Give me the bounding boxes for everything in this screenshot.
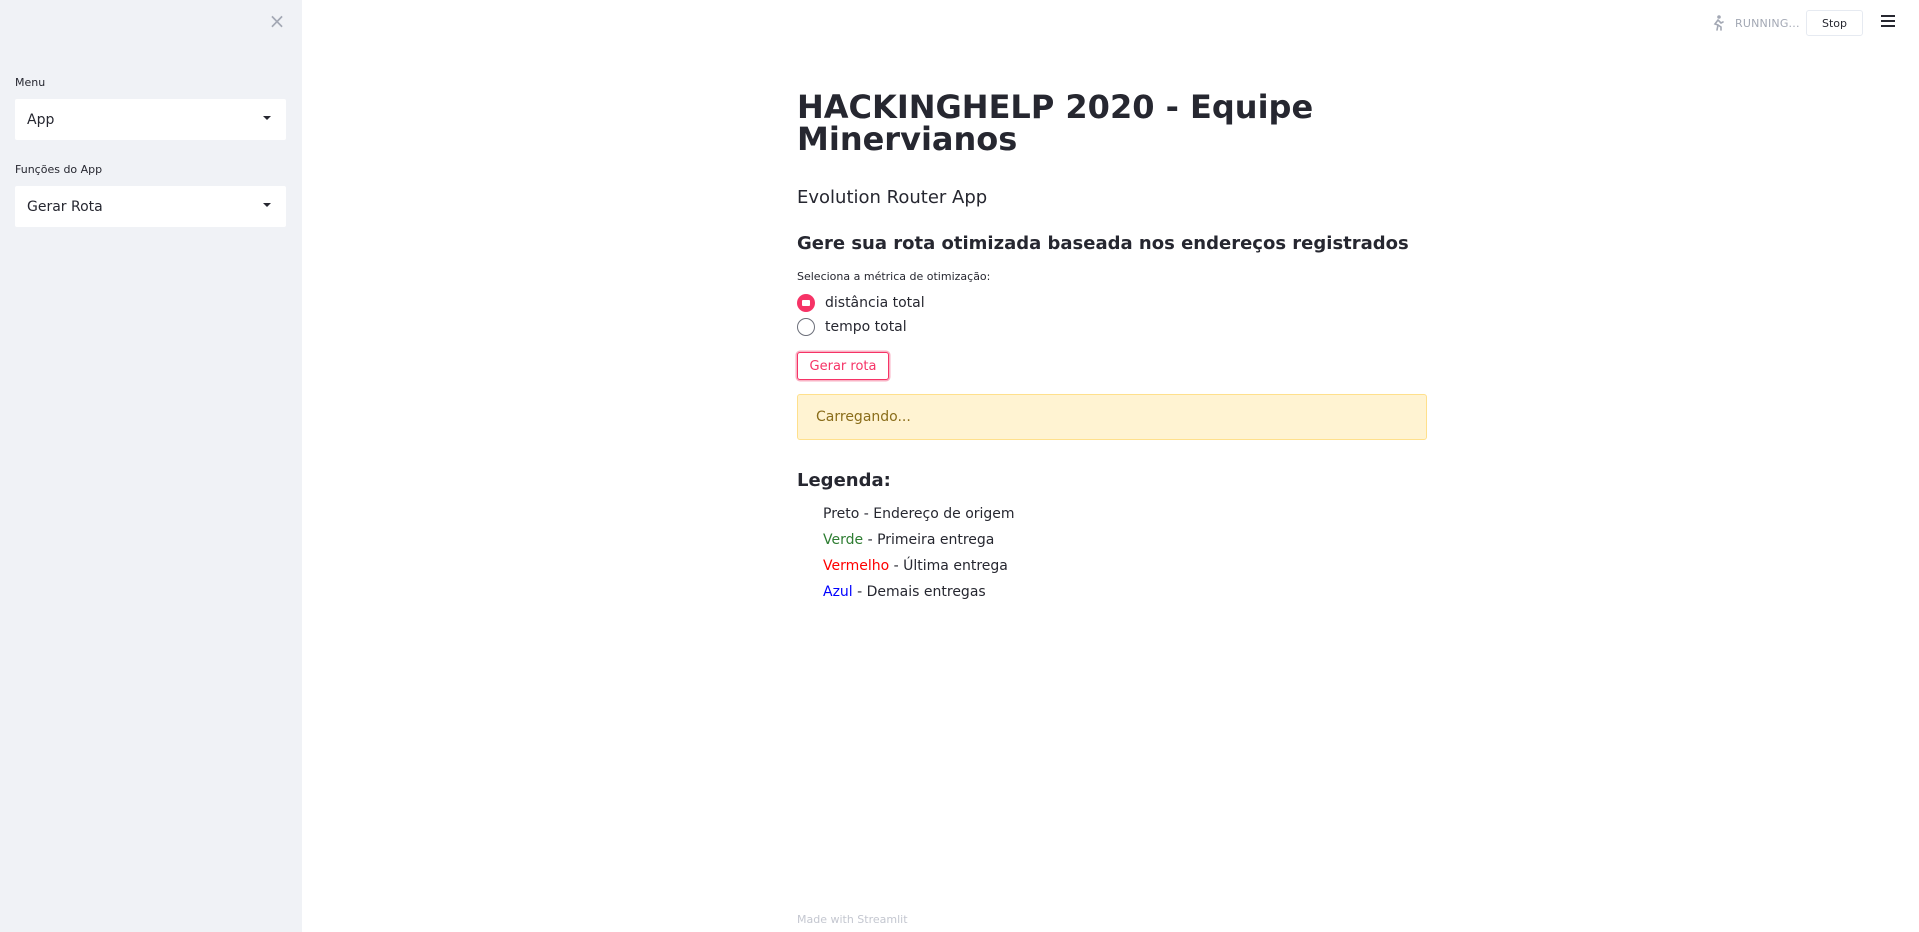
legend-item: Verde - Primeira entrega bbox=[823, 529, 1015, 555]
running-person-icon bbox=[1713, 15, 1724, 31]
functions-select-value: Gerar Rota bbox=[27, 198, 103, 215]
legend-color-name: Azul bbox=[823, 584, 853, 600]
close-icon[interactable]: × bbox=[268, 11, 286, 31]
menu-select-value: App bbox=[27, 111, 55, 128]
status-text: RUNNING... bbox=[1735, 16, 1800, 30]
legend-color-name: Preto bbox=[823, 506, 860, 522]
stop-button[interactable]: Stop bbox=[1806, 10, 1863, 36]
legend-description: - Primeira entrega bbox=[863, 532, 995, 548]
legend-description: - Última entrega bbox=[889, 558, 1008, 574]
legend-list: Preto - Endereço de origem Verde - Prime… bbox=[823, 503, 1015, 607]
page-subtitle: Evolution Router App bbox=[797, 187, 988, 208]
chevron-down-icon bbox=[263, 203, 271, 207]
legend-description: - Endereço de origem bbox=[859, 506, 1015, 522]
alert-text: Carregando... bbox=[816, 409, 911, 425]
legend-description: - Demais entregas bbox=[852, 584, 986, 600]
menu-label: Menu bbox=[15, 76, 46, 89]
radio-option-label: distância total bbox=[825, 295, 925, 311]
radio-unchecked-icon bbox=[797, 318, 815, 336]
sidebar: × Menu App Funções do App Gerar Rota bbox=[0, 0, 302, 932]
radio-checked-icon bbox=[797, 294, 815, 312]
loading-alert: Carregando... bbox=[797, 394, 1427, 440]
section-heading: Gere sua rota otimizada baseada nos ende… bbox=[797, 233, 1409, 254]
radio-option-tempo[interactable]: tempo total bbox=[797, 318, 907, 336]
radio-group-label: Seleciona a métrica de otimização: bbox=[797, 270, 991, 283]
page-title: HACKINGHELP 2020 - Equipe Minervianos bbox=[797, 88, 1314, 158]
radio-option-distancia[interactable]: distância total bbox=[797, 294, 925, 312]
functions-label: Funções do App bbox=[15, 163, 103, 176]
legend-color-name: Verde bbox=[823, 532, 864, 548]
legend-title: Legenda: bbox=[797, 470, 891, 491]
functions-select[interactable]: Gerar Rota bbox=[15, 186, 286, 227]
running-status: RUNNING... bbox=[1709, 14, 1800, 32]
legend-item: Azul - Demais entregas bbox=[823, 581, 1015, 607]
legend-item: Vermelho - Última entrega bbox=[823, 555, 1015, 581]
hamburger-menu-icon[interactable] bbox=[1881, 15, 1895, 29]
gerar-rota-button[interactable]: Gerar rota bbox=[797, 352, 889, 380]
legend-item: Preto - Endereço de origem bbox=[823, 503, 1015, 529]
legend-color-name: Vermelho bbox=[823, 558, 890, 574]
menu-select[interactable]: App bbox=[15, 99, 286, 140]
radio-option-label: tempo total bbox=[825, 319, 907, 335]
footer-text: Made with Streamlit bbox=[797, 913, 908, 926]
chevron-down-icon bbox=[263, 116, 271, 120]
